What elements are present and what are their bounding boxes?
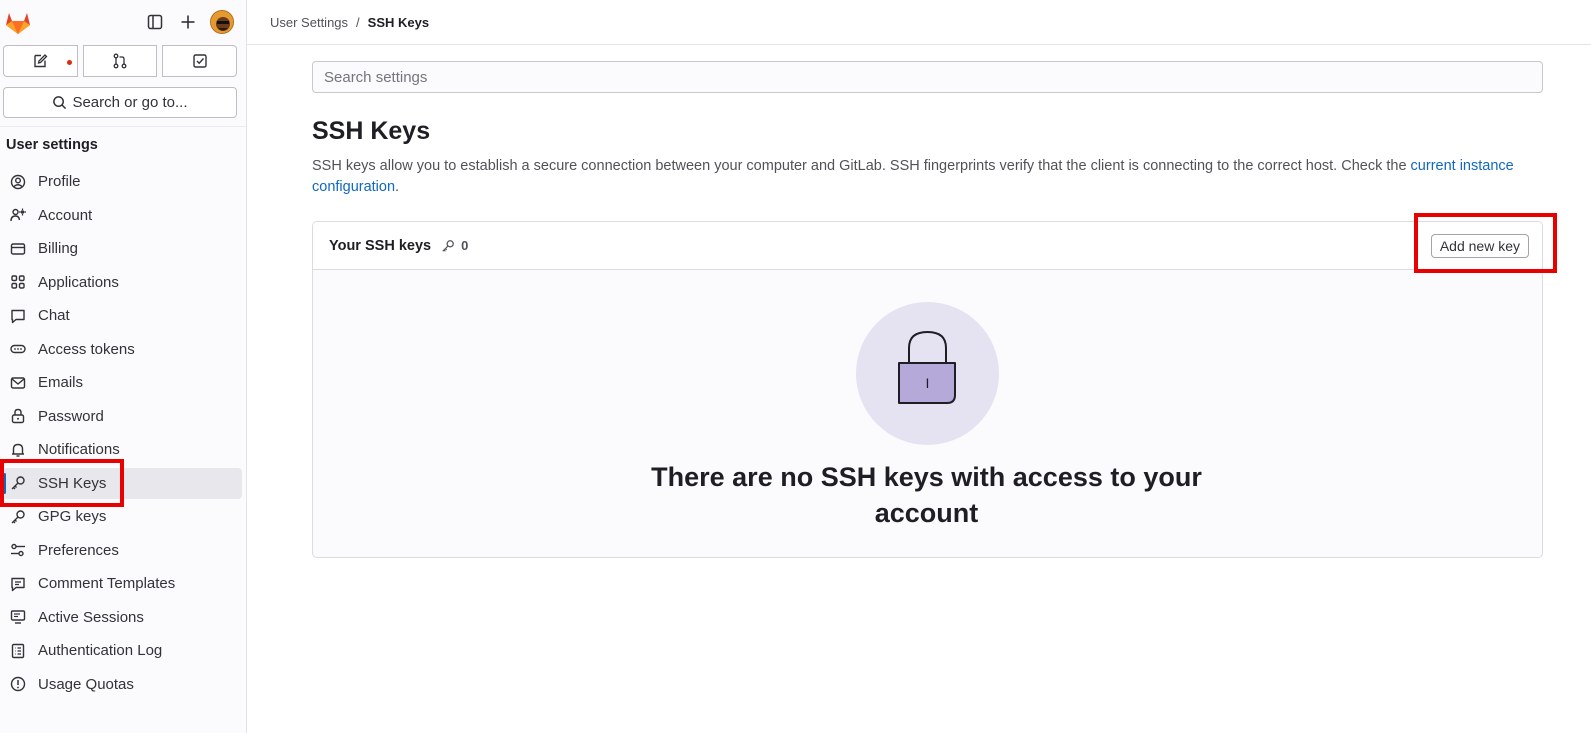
sidebar-item-label: Comment Templates bbox=[38, 575, 176, 592]
search-icon bbox=[52, 95, 72, 110]
token-icon bbox=[10, 341, 26, 357]
bell-icon bbox=[10, 442, 26, 458]
search-or-go-button[interactable]: Search or go to... bbox=[3, 87, 237, 118]
breadcrumb-current[interactable]: SSH Keys bbox=[368, 15, 429, 30]
sidebar-item-label: Authentication Log bbox=[38, 642, 163, 659]
sidebar: Search or go to... User settings Profile… bbox=[0, 0, 247, 733]
gitlab-logo-icon[interactable] bbox=[4, 9, 32, 35]
breadcrumb-separator: / bbox=[356, 15, 360, 30]
issues-button[interactable] bbox=[3, 45, 78, 77]
sidebar-item-label: Active Sessions bbox=[38, 608, 144, 626]
sidebar-item-label: Password bbox=[38, 407, 104, 425]
ssh-keys-card: Your SSH keys 0 Add new key I There are … bbox=[312, 221, 1543, 558]
search-or-go-label: Search or go to... bbox=[72, 94, 188, 111]
sidebar-item-preferences[interactable]: Preferences bbox=[3, 535, 242, 566]
merge-requests-button[interactable] bbox=[82, 45, 158, 77]
account-icon bbox=[10, 207, 26, 223]
merge-request-icon bbox=[112, 53, 128, 69]
sidebar-item-authentication-log[interactable]: Authentication Log bbox=[3, 635, 242, 666]
key-icon bbox=[10, 509, 26, 525]
sidebar-item-gpg-keys[interactable]: GPG keys bbox=[3, 501, 242, 532]
description-text: SSH keys allow you to establish a secure… bbox=[312, 158, 1411, 174]
key-icon bbox=[10, 475, 26, 491]
sidebar-item-active-sessions[interactable]: Active Sessions bbox=[3, 602, 242, 633]
preferences-icon bbox=[10, 542, 26, 558]
sidebar-item-label: Notifications bbox=[38, 441, 120, 458]
settings-nav: Profile Account Billing Applications Cha… bbox=[3, 166, 242, 702]
breadcrumb: User Settings / SSH Keys bbox=[270, 15, 429, 30]
sidebar-item-label: GPG keys bbox=[38, 508, 107, 525]
sidebar-item-label: Billing bbox=[38, 240, 79, 257]
breadcrumb-user-settings[interactable]: User Settings bbox=[270, 15, 348, 30]
search-settings-input[interactable] bbox=[312, 61, 1543, 93]
sidebar-item-ssh-keys[interactable]: SSH Keys bbox=[3, 467, 242, 499]
sidebar-item-comment-templates[interactable]: Comment Templates bbox=[3, 568, 242, 599]
sidebar-item-label: Access tokens bbox=[38, 340, 135, 358]
sidebar-item-emails[interactable]: Emails bbox=[3, 367, 242, 398]
sidebar-item-applications[interactable]: Applications bbox=[3, 267, 242, 298]
avatar[interactable] bbox=[210, 10, 234, 34]
sidebar-item-label: Applications bbox=[38, 273, 119, 291]
sidebar-item-access-tokens[interactable]: Access tokens bbox=[3, 334, 242, 365]
page-description: SSH keys allow you to establish a secure… bbox=[312, 156, 1552, 198]
notification-dot bbox=[67, 60, 72, 65]
sidebar-item-usage-quotas[interactable]: Usage Quotas bbox=[3, 669, 242, 700]
quick-actions bbox=[3, 45, 238, 77]
pencil-square-icon bbox=[32, 53, 48, 69]
applications-icon bbox=[10, 274, 26, 290]
sidebar-item-password[interactable]: Password bbox=[3, 401, 242, 432]
lock-icon bbox=[10, 408, 26, 424]
sidebar-item-label: Chat bbox=[38, 307, 70, 324]
sidebar-item-notifications[interactable]: Notifications bbox=[3, 434, 242, 465]
key-icon bbox=[441, 239, 455, 253]
log-icon bbox=[10, 643, 26, 659]
padlock-label: I bbox=[926, 375, 930, 391]
sidebar-section-title: User settings bbox=[6, 137, 98, 153]
header-divider bbox=[247, 44, 1591, 45]
sidebar-item-label: Profile bbox=[38, 173, 81, 190]
sidebar-item-label: Emails bbox=[38, 374, 84, 391]
sidebar-divider bbox=[0, 126, 246, 127]
page-title: SSH Keys bbox=[312, 117, 431, 145]
sidebar-item-label: Usage Quotas bbox=[38, 675, 134, 693]
empty-state-illustration: I bbox=[856, 302, 999, 445]
chat-icon bbox=[10, 308, 26, 324]
sidebar-item-label: Account bbox=[38, 206, 93, 224]
sidebar-item-label: Preferences bbox=[38, 541, 119, 559]
quota-icon bbox=[10, 676, 26, 692]
billing-icon bbox=[10, 241, 26, 257]
card-title: Your SSH keys bbox=[329, 237, 432, 254]
sidebar-item-profile[interactable]: Profile bbox=[3, 166, 242, 197]
empty-state-message: There are no SSH keys with access to you… bbox=[651, 462, 1202, 528]
sidebar-item-billing[interactable]: Billing bbox=[3, 233, 242, 264]
card-header: Your SSH keys 0 Add new key bbox=[313, 222, 1542, 270]
sidebar-item-account[interactable]: Account bbox=[3, 200, 242, 231]
profile-icon bbox=[10, 174, 26, 190]
todo-check-icon bbox=[192, 53, 208, 69]
todos-button[interactable] bbox=[162, 45, 238, 77]
comment-icon bbox=[10, 576, 26, 592]
description-end: . bbox=[395, 179, 400, 195]
padlock-icon: I bbox=[898, 330, 956, 404]
add-new-key-button[interactable]: Add new key bbox=[1430, 234, 1529, 258]
mail-icon bbox=[10, 375, 26, 391]
sidebar-topbar bbox=[0, 0, 246, 44]
sidebar-toggle-icon[interactable] bbox=[144, 11, 166, 33]
sidebar-item-chat[interactable]: Chat bbox=[3, 300, 242, 331]
ssh-key-count: 0 bbox=[461, 238, 469, 253]
sidebar-item-label: SSH Keys bbox=[38, 474, 107, 492]
monitor-icon bbox=[10, 609, 26, 625]
plus-icon[interactable] bbox=[177, 11, 199, 33]
